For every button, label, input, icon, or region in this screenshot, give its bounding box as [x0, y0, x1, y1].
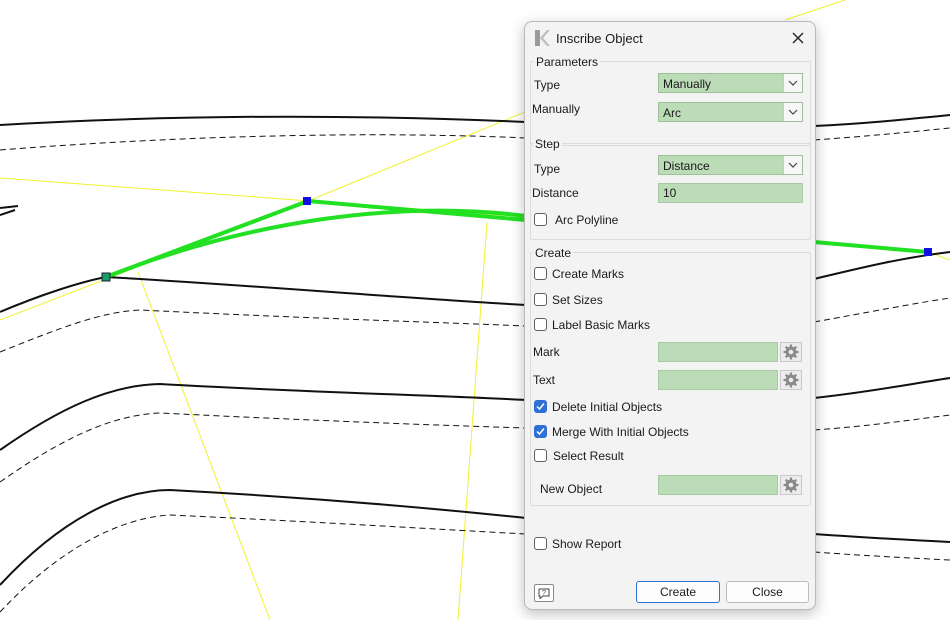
- set-sizes-label[interactable]: Set Sizes: [552, 293, 603, 307]
- gear-icon: [783, 372, 799, 388]
- new-object-label: New Object: [540, 482, 603, 496]
- k-logo-icon: [535, 30, 550, 46]
- help-button[interactable]: ?: [534, 584, 554, 602]
- dashed-contour: [0, 412, 527, 483]
- dashed-contour: [0, 514, 527, 613]
- selected-segment: [812, 240, 930, 254]
- show-report-checkbox[interactable]: [534, 537, 547, 550]
- contour-line: [0, 382, 527, 451]
- contour-line: [813, 377, 950, 399]
- mark-field[interactable]: [658, 342, 778, 362]
- gear-icon: [783, 344, 799, 360]
- arc-polyline-checkbox[interactable]: [534, 213, 547, 226]
- guide-line: [137, 271, 271, 620]
- chevron-down-icon: [783, 74, 802, 92]
- dialog-title: Inscribe Object: [556, 31, 643, 46]
- close-button[interactable]: Close: [726, 581, 809, 603]
- guide-line: [784, 0, 846, 21]
- show-report-label[interactable]: Show Report: [552, 537, 621, 551]
- contour-line: [0, 275, 527, 313]
- svg-text:?: ?: [542, 590, 546, 597]
- merge-initial-objects-label[interactable]: Merge With Initial Objects: [552, 425, 689, 439]
- dashed-contour: [813, 297, 950, 323]
- mark-input[interactable]: [659, 343, 777, 361]
- chevron-down-icon: [783, 156, 802, 174]
- manually-label: Manually: [532, 102, 581, 116]
- new-object-field[interactable]: [658, 475, 778, 495]
- text-field[interactable]: [658, 370, 778, 390]
- dashed-contour: [813, 551, 950, 561]
- vertex-marker[interactable]: [924, 248, 932, 256]
- contour-line: [0, 115, 527, 126]
- step-type-label: Type: [534, 162, 561, 176]
- chevron-down-icon: [783, 103, 802, 121]
- new-object-gear-button[interactable]: [780, 475, 802, 495]
- dialog-titlebar[interactable]: Inscribe Object: [525, 22, 815, 54]
- parameters-legend: Parameters: [534, 55, 601, 69]
- type-select-value: Manually: [663, 77, 712, 91]
- create-marks-checkbox[interactable]: [534, 267, 547, 280]
- type-label: Type: [534, 78, 561, 92]
- text-input[interactable]: [659, 371, 777, 389]
- vertex-marker[interactable]: [101, 272, 111, 282]
- guide-line: [307, 109, 531, 202]
- text-label: Text: [533, 373, 556, 387]
- contour-line: [0, 205, 19, 209]
- step-legend: Step: [533, 137, 562, 151]
- dashed-contour: [813, 127, 950, 141]
- contour-line: [813, 114, 950, 127]
- arc-polyline-label[interactable]: Arc Polyline: [555, 213, 618, 227]
- set-sizes-checkbox[interactable]: [534, 293, 547, 306]
- merge-initial-objects-checkbox[interactable]: [534, 425, 547, 438]
- label-basic-marks-checkbox[interactable]: [534, 318, 547, 331]
- type-select[interactable]: Manually: [658, 73, 803, 93]
- distance-field[interactable]: [658, 183, 803, 203]
- help-icon: ?: [538, 588, 550, 599]
- manually-select-value: Arc: [663, 106, 681, 120]
- create-button[interactable]: Create: [636, 581, 720, 603]
- step-type-select-value: Distance: [663, 159, 710, 173]
- dashed-contour: [0, 134, 527, 151]
- guide-line: [457, 221, 488, 620]
- distance-input[interactable]: [659, 184, 802, 202]
- dashed-contour: [813, 414, 950, 431]
- contour-line: [0, 488, 527, 586]
- label-basic-marks-label[interactable]: Label Basic Marks: [552, 318, 650, 332]
- create-legend: Create: [533, 246, 574, 260]
- contour-line: [813, 251, 950, 280]
- mark-label: Mark: [533, 345, 560, 359]
- close-icon[interactable]: [787, 27, 809, 49]
- step-type-select[interactable]: Distance: [658, 155, 803, 175]
- inscribe-object-dialog: Inscribe Object Parameters Type Manually…: [524, 21, 816, 610]
- delete-initial-objects-label[interactable]: Delete Initial Objects: [552, 400, 662, 414]
- delete-initial-objects-checkbox[interactable]: [534, 400, 547, 413]
- dashed-contour: [0, 309, 527, 353]
- text-gear-button[interactable]: [780, 370, 802, 390]
- manually-select[interactable]: Arc: [658, 102, 803, 122]
- checkmark-icon: [536, 428, 545, 436]
- contour-line: [0, 209, 16, 216]
- gear-icon: [783, 477, 799, 493]
- distance-label: Distance: [532, 186, 579, 200]
- mark-gear-button[interactable]: [780, 342, 802, 362]
- vertex-marker[interactable]: [303, 197, 311, 205]
- checkmark-icon: [536, 403, 545, 411]
- new-object-input[interactable]: [659, 476, 777, 494]
- contour-line: [813, 533, 950, 543]
- create-marks-label[interactable]: Create Marks: [552, 267, 624, 281]
- select-result-label[interactable]: Select Result: [553, 449, 624, 463]
- select-result-checkbox[interactable]: [534, 449, 547, 462]
- inscribed-arc: [104, 208, 528, 279]
